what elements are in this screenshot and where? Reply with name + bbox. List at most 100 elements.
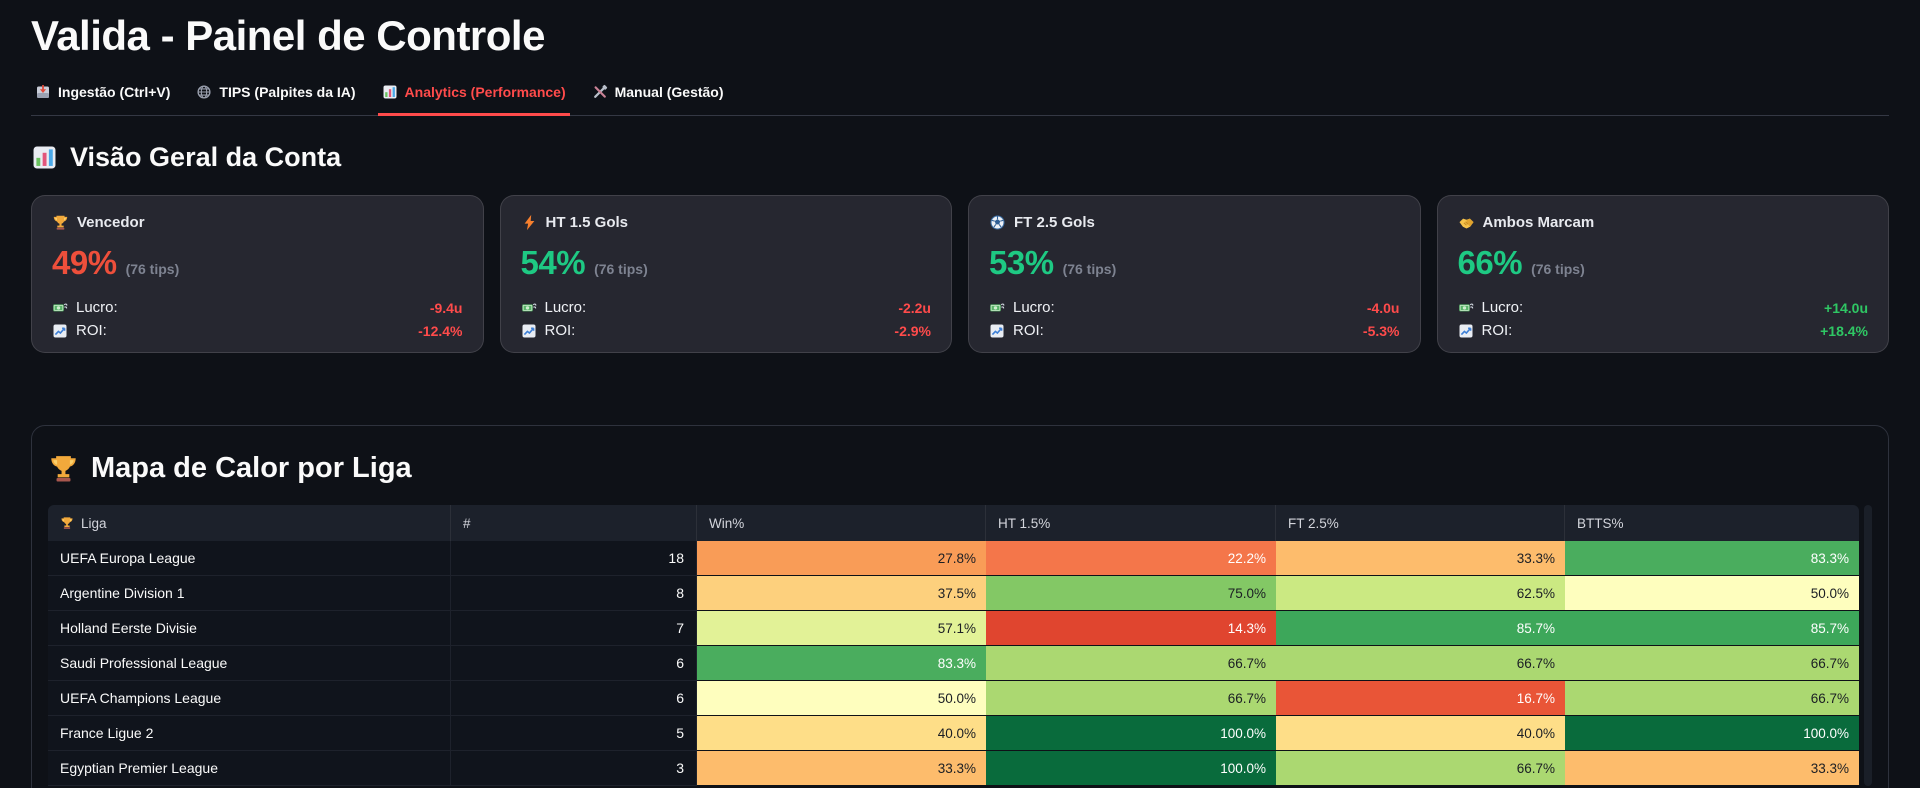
heatmap-cell[interactable]: 66.7%	[1276, 751, 1565, 787]
heatmap-cell[interactable]: 85.7%	[1276, 611, 1565, 647]
heatmap-heading: Mapa de Calor por Liga	[48, 452, 1872, 485]
tab-manual[interactable]: Manual (Gestão)	[588, 76, 728, 116]
lucro-label: Lucro:	[1481, 299, 1524, 317]
trophy-icon	[53, 215, 68, 230]
page-title: Valida - Painel de Controle	[31, 12, 545, 59]
heatmap-cell[interactable]: 100.0%	[986, 716, 1276, 752]
card-vencedor: Vencedor 49% (76 tips) Lucro: -9.4u ROI:…	[31, 195, 484, 354]
heatmap-cell[interactable]: 50.0%	[1565, 576, 1859, 612]
heatmap-cell[interactable]: 100.0%	[1565, 716, 1859, 752]
heatmap-cell[interactable]: 40.0%	[697, 716, 986, 752]
trophy-icon	[51, 456, 76, 482]
tab-label: Ingestão (Ctrl+V)	[58, 84, 171, 101]
card-big-number: 53% (76 tips)	[989, 244, 1400, 282]
heatmap-cell[interactable]: 50.0%	[697, 681, 986, 717]
chart-up-icon	[52, 323, 68, 339]
card-title-text: Vencedor	[77, 214, 145, 232]
heatmap-cell[interactable]: 33.3%	[1276, 541, 1565, 577]
tab-ingestao[interactable]: Ingestão (Ctrl+V)	[31, 76, 174, 116]
tip-count-cell[interactable]: 6	[451, 646, 697, 682]
roi-value: -5.3%	[1362, 322, 1400, 339]
money-icon	[52, 303, 68, 312]
table-row: Holland Eerste Divisie 7 57.1% 14.3% 85.7% 85…	[48, 611, 1859, 647]
card-big-number: 66% (76 tips)	[1458, 244, 1869, 282]
heatmap-cell[interactable]: 83.3%	[1565, 541, 1859, 577]
heatmap-heading-text: Mapa de Calor por Liga	[91, 452, 412, 485]
league-name-cell[interactable]: Saudi Professional League	[48, 646, 451, 682]
card-title: Vencedor	[52, 214, 463, 231]
tip-count-cell[interactable]: 6	[451, 681, 697, 717]
roi-label: ROI:	[1013, 322, 1044, 340]
lucro-label: Lucro:	[1013, 299, 1055, 317]
money-icon	[521, 303, 536, 312]
league-name-cell[interactable]: UEFA Europa League	[48, 541, 451, 577]
roi-label: ROI:	[1481, 322, 1513, 340]
heatmap-cell[interactable]: 40.0%	[1276, 716, 1565, 752]
chart-up-icon	[1458, 323, 1473, 339]
heatmap-cell[interactable]: 66.7%	[986, 646, 1276, 682]
main-content: Valida - Painel de Controle Ingestão (Ct…	[0, 12, 1920, 788]
heatmap-cell[interactable]: 75.0%	[986, 576, 1276, 612]
win-rate: 54%	[520, 244, 586, 282]
heatmap-cell[interactable]: 27.8%	[697, 541, 986, 577]
tab-tips[interactable]: TIPS (Palpites da IA)	[192, 76, 359, 116]
tip-count-cell[interactable]: 7	[451, 611, 697, 647]
league-name-cell[interactable]: UEFA Champions League	[48, 681, 451, 717]
card-ft25: FT 2.5 Gols 53% (76 tips) Lucro: -4.0u R…	[968, 195, 1421, 354]
league-name-cell[interactable]: Egyptian Premier League	[48, 751, 451, 787]
heatmap-cell[interactable]: 62.5%	[1276, 576, 1565, 612]
card-title: HT 1.5 Gols	[521, 214, 932, 231]
column-header-btts[interactable]: BTTS%	[1565, 505, 1859, 542]
heatmap-cell[interactable]: 66.7%	[1565, 681, 1859, 717]
column-header-ht15[interactable]: HT 1.5%	[986, 505, 1276, 542]
heatmap-cell[interactable]: 85.7%	[1565, 611, 1859, 647]
roi-label: ROI:	[76, 322, 107, 340]
league-name-cell[interactable]: Argentine Division 1	[48, 576, 451, 612]
tip-count-cell[interactable]: 5	[451, 716, 697, 752]
lucro-row: Lucro: -4.0u	[989, 299, 1400, 316]
heatmap-cell[interactable]: 100.0%	[986, 751, 1276, 787]
column-header-ft25[interactable]: FT 2.5%	[1276, 505, 1565, 542]
tips-count: (76 tips)	[125, 261, 180, 278]
heatmap-cell[interactable]: 22.2%	[986, 541, 1276, 577]
tab-label: Analytics (Performance)	[404, 84, 566, 101]
heatmap-cell[interactable]: 66.7%	[986, 681, 1276, 717]
column-header-win[interactable]: Win%	[697, 505, 986, 542]
league-name-cell[interactable]: Holland Eerste Divisie	[48, 611, 451, 647]
bar-chart-icon	[383, 85, 397, 99]
globe-icon	[197, 85, 211, 99]
card-btts: Ambos Marcam 66% (76 tips) Lucro: +14.0u…	[1436, 195, 1889, 354]
column-header-count[interactable]: #	[451, 505, 697, 542]
heatmap-cell[interactable]: 33.3%	[697, 751, 986, 787]
card-title: FT 2.5 Gols	[989, 214, 1400, 231]
roi-row: ROI: -2.9%	[521, 322, 931, 340]
tip-count-cell[interactable]: 8	[451, 576, 697, 612]
table-row: France Ligue 2 5 40.0% 100.0% 40.0% 100.0%	[48, 716, 1859, 752]
tab-analytics[interactable]: Analytics (Performance)	[377, 76, 570, 117]
heatmap-cell[interactable]: 66.7%	[1276, 646, 1565, 682]
roi-value: -2.9%	[894, 322, 931, 339]
column-header-liga[interactable]: Liga	[48, 505, 451, 542]
heatmap-cell[interactable]: 33.3%	[1565, 751, 1859, 787]
heatmap-cell[interactable]: 83.3%	[697, 646, 986, 682]
lucro-value: -2.2u	[898, 299, 931, 316]
heatmap-table-body: UEFA Europa League 18 27.8% 22.2% 33.3% 83.3%…	[48, 541, 1859, 787]
table-row: Argentine Division 1 8 37.5% 75.0% 62.5% 50.0…	[48, 576, 1859, 612]
tip-count-cell[interactable]: 3	[451, 751, 697, 787]
league-name-cell[interactable]: France Ligue 2	[48, 716, 451, 752]
heatmap-cell[interactable]: 66.7%	[1565, 646, 1859, 682]
table-scrollbar[interactable]	[1864, 505, 1872, 787]
heatmap-cell[interactable]: 14.3%	[986, 611, 1276, 647]
roi-row: ROI: +18.4%	[1458, 322, 1868, 340]
roi-label: ROI:	[544, 322, 576, 340]
tip-count-cell[interactable]: 18	[451, 541, 697, 577]
heatmap-cell[interactable]: 37.5%	[697, 576, 986, 612]
tools-icon	[593, 84, 608, 99]
heatmap-cell[interactable]: 16.7%	[1276, 681, 1565, 717]
heatmap-cell[interactable]: 57.1%	[697, 611, 986, 647]
win-rate: 53%	[989, 244, 1054, 282]
roi-row: ROI: -5.3%	[989, 322, 1400, 339]
soccer-ball-icon	[990, 215, 1005, 230]
chart-up-icon	[989, 323, 1005, 339]
lightning-icon	[524, 215, 534, 231]
